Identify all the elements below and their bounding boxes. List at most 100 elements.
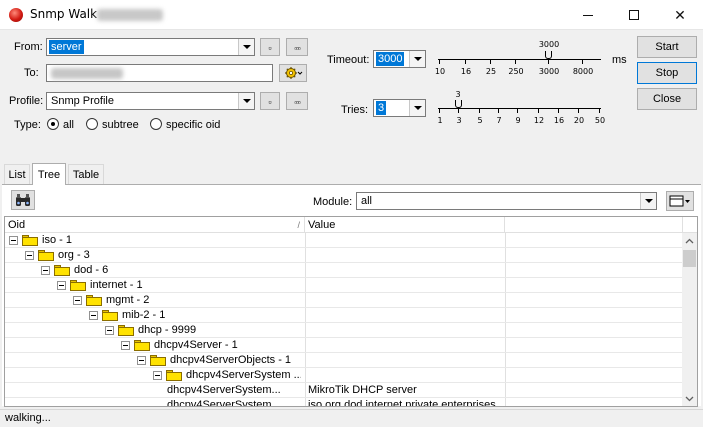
type-specific-oid-radio[interactable] (150, 118, 162, 130)
table-row[interactable]: internet - 1 (5, 278, 683, 293)
table-row[interactable]: iso - 1 (5, 233, 683, 248)
close-window-button[interactable]: ✕ (657, 0, 703, 30)
tries-tick (517, 109, 518, 113)
profile-value: Snmp Profile (51, 95, 114, 107)
tab-table[interactable]: Table (68, 164, 104, 184)
column-oid-label: Oid (8, 219, 26, 231)
timeout-tick (548, 60, 549, 64)
type-subtree-label[interactable]: subtree (102, 119, 139, 131)
chevron-down-icon[interactable] (238, 93, 254, 109)
oid-value: iso.org.dod.internet.private.enterprises (308, 399, 496, 407)
table-row[interactable]: dhcpv4ServerSystem ... (5, 368, 683, 383)
find-button[interactable] (11, 190, 35, 210)
chevron-down-icon[interactable] (640, 193, 656, 209)
folder-icon (166, 370, 182, 381)
scroll-up-button[interactable] (682, 233, 697, 248)
collapse-icon[interactable] (153, 371, 162, 380)
collapse-icon[interactable] (105, 326, 114, 335)
table-row[interactable]: mgmt - 2 (5, 293, 683, 308)
collapse-icon[interactable] (73, 296, 82, 305)
tries-tick (599, 109, 600, 113)
column-header-extra[interactable] (505, 217, 683, 233)
tries-tick-label: 1 (437, 116, 443, 125)
oid-label: mib-2 - 1 (122, 309, 166, 321)
close-button[interactable]: Close (637, 88, 697, 110)
tries-tick (538, 109, 539, 113)
grid-body: iso - 1 org - 3 dod - 6 internet - 1 mgmt - … (5, 233, 683, 407)
collapse-icon[interactable] (9, 236, 18, 245)
tries-combo[interactable]: 3 (373, 99, 426, 117)
oid-label: mgmt - 2 (106, 294, 150, 306)
profile-label: Profile: (9, 95, 44, 107)
table-row[interactable]: dhcpv4ServerSystem... MikroTik DHCP serve… (5, 383, 683, 398)
oid-label: iso - 1 (42, 234, 72, 246)
profile-combo[interactable]: Snmp Profile (46, 92, 255, 110)
minimize-button[interactable] (565, 0, 611, 30)
discover-button[interactable] (279, 64, 307, 82)
column-header-value[interactable]: Value (305, 217, 505, 233)
chevron-down-icon[interactable] (409, 51, 425, 67)
collapse-icon[interactable] (137, 356, 146, 365)
collapse-icon[interactable] (57, 281, 66, 290)
timeout-tick (490, 60, 491, 64)
type-label: Type: (14, 119, 41, 131)
tries-slider-track[interactable] (438, 108, 601, 109)
window-title: Snmp Walk (30, 7, 98, 21)
sort-indicator-icon: / (297, 220, 300, 230)
timeout-tick (582, 60, 583, 64)
type-specific-oid-label[interactable]: specific oid (166, 119, 220, 131)
collapse-icon[interactable] (25, 251, 34, 260)
tries-tick-label: 50 (594, 116, 606, 125)
folder-icon (150, 355, 166, 366)
timeout-combo[interactable]: 3000 (373, 50, 426, 68)
tries-tick-label: 7 (496, 116, 502, 125)
table-row[interactable]: mib-2 - 1 (5, 308, 683, 323)
scroll-down-button[interactable] (682, 391, 697, 406)
columns-button[interactable] (666, 191, 694, 211)
start-button[interactable]: Start (637, 36, 697, 58)
timeout-tick (439, 60, 440, 64)
vertical-scrollbar[interactable] (682, 233, 697, 406)
status-bar: walking... (0, 409, 703, 427)
oid-label: dod - 6 (74, 264, 109, 276)
profile-small-button[interactable]: ▫ (260, 92, 280, 110)
app-icon (9, 8, 23, 22)
timeout-unit: ms (612, 54, 627, 66)
module-value: all (361, 195, 373, 207)
table-row[interactable]: dhcpv4ServerObjects - 1 (5, 353, 683, 368)
table-row[interactable]: dhcpv4ServerSystem... iso.org.dod.interne… (5, 398, 683, 407)
profile-more-button[interactable]: ▫▫▫ (286, 92, 308, 110)
stop-button[interactable]: Stop (637, 62, 697, 84)
scroll-thumb[interactable] (683, 250, 696, 267)
chevron-down-icon[interactable] (409, 100, 425, 116)
from-combo[interactable]: server (46, 38, 255, 56)
tab-tree[interactable]: Tree (32, 163, 66, 185)
tries-tick (458, 109, 459, 113)
collapse-icon[interactable] (121, 341, 130, 350)
timeout-tick-label: 25 (485, 67, 497, 76)
oid-label: dhcpv4Server - 1 (154, 339, 238, 351)
type-all-radio[interactable] (47, 118, 59, 130)
to-input[interactable] (46, 64, 273, 82)
module-label: Module: (313, 196, 353, 208)
column-header-oid[interactable]: Oid / (5, 217, 305, 233)
tab-list[interactable]: List (4, 164, 30, 184)
collapse-icon[interactable] (89, 311, 98, 320)
table-row[interactable]: dhcpv4Server - 1 (5, 338, 683, 353)
timeout-slider-thumb[interactable] (545, 51, 552, 59)
collapse-icon[interactable] (41, 266, 50, 275)
module-combo[interactable]: all (356, 192, 657, 210)
table-row[interactable]: dod - 6 (5, 263, 683, 278)
type-all-label[interactable]: all (63, 119, 74, 131)
type-subtree-radio[interactable] (86, 118, 98, 130)
table-row[interactable]: org - 3 (5, 248, 683, 263)
tries-slider-thumb[interactable] (455, 100, 462, 108)
oid-grid[interactable]: Oid / Value iso - 1 org - 3 dod - 6 interne… (4, 216, 698, 407)
from-small-button[interactable]: ▫ (260, 38, 280, 56)
maximize-button[interactable] (611, 0, 657, 30)
from-more-button[interactable]: ▫▫▫ (286, 38, 308, 56)
tries-label: Tries: (341, 104, 369, 116)
table-row[interactable]: dhcp - 9999 (5, 323, 683, 338)
chevron-down-icon[interactable] (238, 39, 254, 55)
timeout-slider-track[interactable] (438, 59, 601, 60)
